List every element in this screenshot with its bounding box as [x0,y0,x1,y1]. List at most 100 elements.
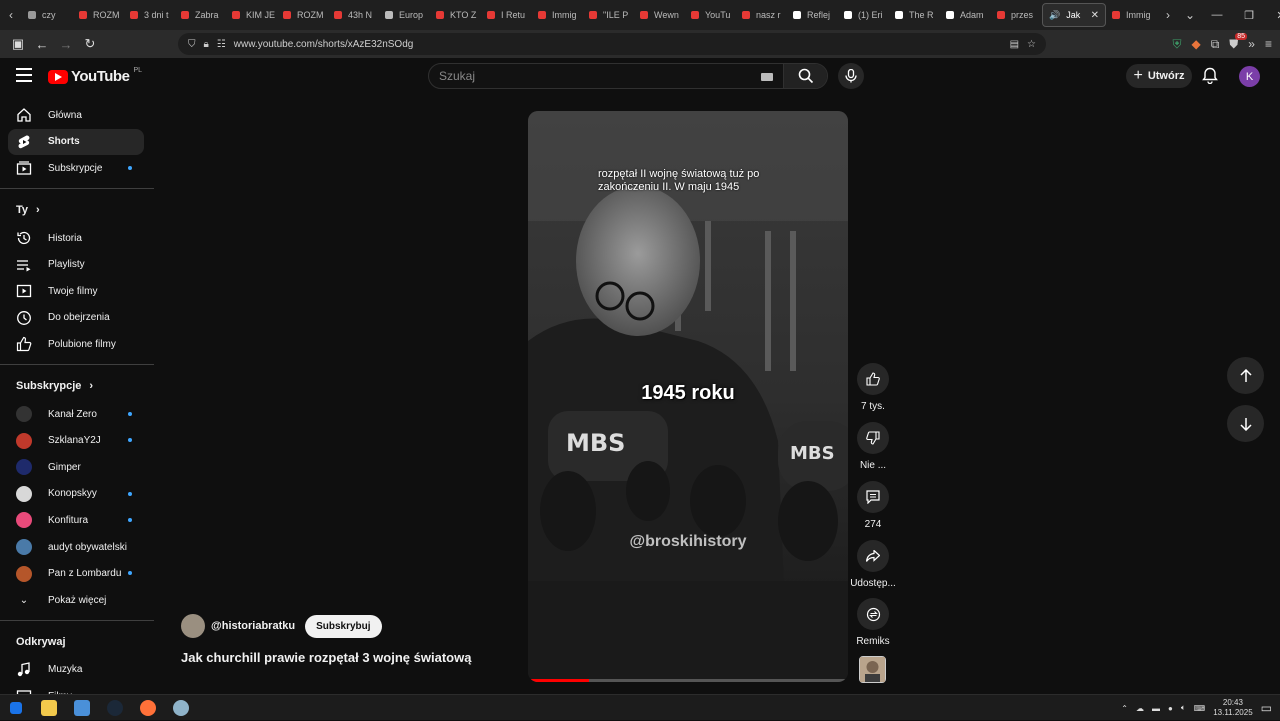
forward-icon[interactable]: → [54,37,78,52]
remix-button[interactable]: Remiks [852,598,894,647]
notifications-center-icon[interactable]: ▭ [1261,701,1272,715]
hamburger-menu-icon[interactable] [16,68,32,86]
usb-icon[interactable]: ▬ [1152,704,1160,713]
video-progress-bar[interactable] [528,679,848,682]
sidebar-item-polubione-filmy[interactable]: Polubione filmy [0,331,144,358]
steam-icon[interactable] [107,700,123,716]
channel-avatar[interactable] [181,614,205,638]
browser-tab[interactable]: KTO Z [430,0,481,30]
comments-button[interactable]: 274 [852,481,894,530]
back-icon[interactable]: ← [30,37,54,52]
app-icon[interactable] [173,700,189,716]
url-text[interactable]: www.youtube.com/shorts/xAzE32nSOdg [234,39,414,50]
browser-tab[interactable]: ROZM [277,0,328,30]
show-more-button[interactable]: ⌄ Pokaż więcej [0,587,144,614]
sidebar-item-filmy[interactable]: Filmy [0,683,144,694]
privacy-extension-icon[interactable]: ⛨ [1172,37,1181,52]
subscriptions-section-heading[interactable]: Subskrypcje › [0,371,154,401]
previous-short-button[interactable] [1227,357,1264,394]
sidebar-item-subskrypcje[interactable]: Subskrypcje [0,155,144,182]
browser-tab[interactable]: Reflej [787,0,838,30]
browser-tab[interactable]: przes [991,0,1042,30]
tab-list-dropdown-icon[interactable]: ⌄ [1179,8,1201,22]
file-explorer-icon[interactable] [41,700,57,716]
tab-scroll-right-icon[interactable]: › [1157,8,1179,22]
cloud-icon[interactable]: ☁ [1136,704,1144,713]
create-button[interactable]: + Utwórz [1126,64,1192,88]
windows-start-icon[interactable] [10,702,22,714]
sidebar-item-shorts[interactable]: Shorts [8,128,144,156]
sidebar-toggle-icon[interactable]: ▣ [6,36,30,52]
bookmark-star-icon[interactable]: ☆ [1027,39,1036,50]
youtube-logo[interactable]: YouTube PL [48,67,142,85]
browser-tab[interactable]: I Retu [481,0,532,30]
overflow-icon[interactable]: » [1248,37,1255,51]
sidebar-item-muzyka[interactable]: Muzyka [0,657,144,684]
notifications-bell-icon[interactable] [1202,67,1218,89]
firefox-icon[interactable] [140,700,156,716]
tab-scroll-left-icon[interactable]: ‹ [0,8,22,22]
like-button[interactable]: 7 tys. [852,363,894,412]
subscribe-button[interactable]: Subskrybuj [305,614,382,638]
browser-tab[interactable]: Adam [940,0,991,30]
permissions-icon[interactable]: ☷ [217,39,226,50]
browser-tab[interactable]: Immig [532,0,583,30]
browser-tab[interactable]: czy [22,0,73,30]
network-icon[interactable]: ⌨ [1194,704,1206,713]
browser-tab[interactable]: ROZM [73,0,124,30]
dislike-button[interactable]: Nie ... [852,422,894,471]
menu-icon[interactable]: ≡ [1265,37,1272,51]
close-window-icon[interactable]: ✕ [1265,9,1280,22]
next-short-button[interactable] [1227,405,1264,442]
sidebar-item-kanal-zero[interactable]: Kanał Zero [0,401,144,428]
tab-last[interactable]: Immig [1106,0,1157,30]
share-button[interactable]: Udostęp... [848,540,898,589]
sidebar-item-playlisty[interactable]: Playlisty [0,251,144,278]
browser-tab[interactable]: Europ [379,0,430,30]
sidebar-item-glowna[interactable]: Główna [0,102,144,129]
browser-tab[interactable]: 43h N [328,0,379,30]
close-tab-icon[interactable]: ✕ [1091,10,1099,21]
reader-view-icon[interactable]: ▤ [1010,39,1019,50]
browser-tab[interactable]: nasz r [736,0,787,30]
reload-icon[interactable]: ↻ [78,36,102,52]
channel-name[interactable]: @historiabratku [211,620,295,632]
clock[interactable]: 20:43 13.11.2025 [1213,698,1252,718]
address-bar[interactable]: ⛉ 🔒︎ ☷ www.youtube.com/shorts/xAzE32nSOd… [178,33,1046,55]
ublock-icon[interactable]: ⛊ 85 [1229,32,1248,52]
keyboard-icon[interactable] [761,73,773,81]
sidebar-item-pan-z-lombardu[interactable]: Pan z Lombardu [0,560,144,587]
browser-tab[interactable]: The R [889,0,940,30]
browser-tab[interactable]: Zabra [175,0,226,30]
sidebar-item-konfitura[interactable]: Konfitura [0,507,144,534]
browser-tab[interactable]: "ILE P [583,0,634,30]
sound-thumbnail[interactable] [859,656,886,683]
you-section-heading[interactable]: Ty › [0,195,154,225]
extensions-icon[interactable]: ⧉ [1211,37,1220,52]
browser-tab[interactable]: Wewn [634,0,685,30]
lock-icon[interactable]: 🔒︎ [204,39,209,50]
sidebar-item-do-obejrzenia[interactable]: Do obejrzenia [0,305,144,332]
browser-tab[interactable]: 3 dni t [124,0,175,30]
tray-overflow-icon[interactable]: ⌃ [1121,704,1128,713]
active-tab[interactable]: 🔊 Jak ✕ [1042,3,1106,27]
browser-tab[interactable]: YouTu [685,0,736,30]
browser-tab[interactable]: (1) Eri [838,0,889,30]
sidebar-item-gimper[interactable]: Gimper [0,454,144,481]
minimize-icon[interactable]: — [1201,9,1233,22]
video-title[interactable]: Jak churchill prawie rozpętał 3 wojnę św… [181,650,471,665]
restore-icon[interactable]: ❐ [1233,9,1265,22]
sidebar-item-szklanay2j[interactable]: SzklanaY2J [0,427,144,454]
search-button[interactable] [783,64,827,88]
remote-desktop-icon[interactable] [74,700,90,716]
mic-tray-icon[interactable]: ● [1168,704,1173,713]
sidebar-item-historia[interactable]: Historia [0,225,144,252]
shorts-video-player[interactable]: MBS MBS rozpętał II wojnę światową tuż p… [528,111,848,682]
fox-extension-icon[interactable]: ◆ [1191,37,1200,51]
account-avatar[interactable]: K [1239,66,1260,87]
voice-search-button[interactable] [838,63,864,89]
browser-tab[interactable]: KIM JE [226,0,277,30]
search-input[interactable] [429,64,761,88]
shield-icon[interactable]: ⛉ [188,39,196,50]
sidebar-item-konopskyy[interactable]: Konopskyy [0,481,144,508]
